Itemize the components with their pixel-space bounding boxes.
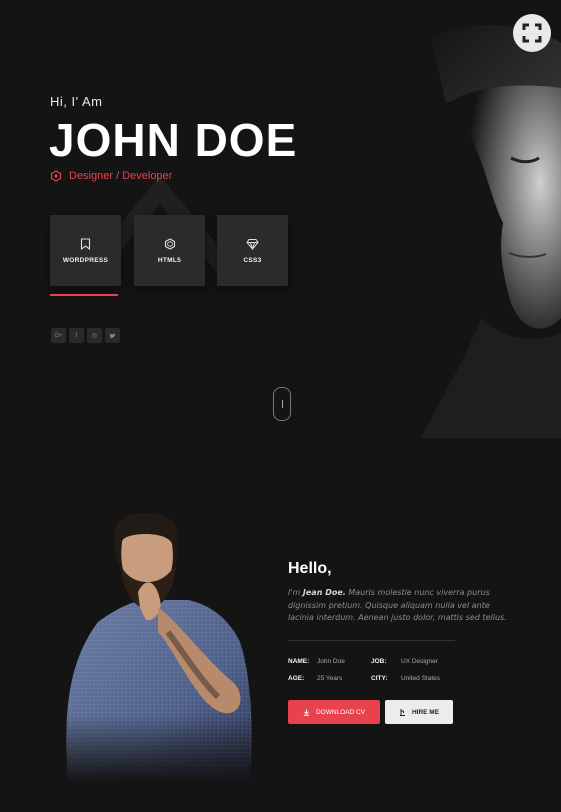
info-age-value: 25 Years	[317, 675, 343, 682]
hero-name: JOHN DOE	[49, 114, 298, 166]
hexagon-icon	[164, 237, 175, 250]
info-age-key: AGE:	[288, 675, 305, 682]
info-city-value: United States	[401, 675, 441, 682]
info-city-key: CITY:	[371, 675, 388, 682]
diamond-icon	[246, 238, 259, 250]
fullscreen-button[interactable]	[513, 14, 551, 52]
hero-portrait-image	[421, 25, 561, 438]
hero-role-text: Designer / Developer	[69, 170, 173, 182]
hire-me-label: HIRE ME	[411, 708, 440, 716]
download-cv-button[interactable]: DOWNLOAD CV	[288, 700, 380, 724]
dribbble-icon[interactable]: ◎	[87, 328, 102, 343]
skill-tile-html5[interactable]: HTML5	[134, 215, 205, 286]
download-icon	[303, 709, 310, 716]
hand-icon	[399, 709, 405, 716]
hero-role: Designer / Developer	[50, 170, 172, 182]
hire-me-button[interactable]: HIRE ME	[385, 700, 453, 724]
bookmark-icon	[80, 237, 91, 250]
active-skill-indicator	[50, 294, 118, 296]
skill-label: CSS3	[243, 256, 262, 264]
fullscreen-icon	[522, 23, 542, 43]
google-plus-icon[interactable]: G+	[51, 328, 66, 343]
intro-name: Jean Doe.	[302, 588, 346, 597]
hero-greeting: Hi, I' Am	[50, 94, 103, 109]
twitter-icon[interactable]	[105, 328, 120, 343]
hexagon-icon	[50, 170, 62, 182]
scroll-wheel-icon	[281, 400, 283, 408]
skill-label: HTML5	[157, 256, 182, 264]
info-job-value: UX Designer	[401, 658, 438, 665]
skill-tile-wordpress[interactable]: WORDPRESS	[50, 215, 121, 286]
info-name-key: NAME:	[288, 658, 310, 665]
portfolio-page: Hi, I' Am JOHN DOE Designer / Developer …	[0, 0, 561, 812]
profile-photo	[58, 512, 258, 782]
about-intro: I'm Jean Doe. Mauris molestie nunc viver…	[288, 587, 518, 625]
skill-label: WORDPRESS	[62, 256, 109, 264]
download-cv-label: DOWNLOAD CV	[315, 708, 366, 716]
info-job-key: JOB:	[371, 658, 387, 665]
scroll-down-indicator[interactable]	[273, 387, 291, 421]
intro-prefix: I'm	[288, 588, 301, 597]
info-name-value: John Doe	[317, 658, 345, 665]
about-heading: Hello,	[288, 560, 332, 577]
about-divider	[288, 640, 455, 641]
tumblr-icon[interactable]: t	[69, 328, 84, 343]
skill-tile-css3[interactable]: CSS3	[217, 215, 288, 286]
twitter-bird-icon	[109, 332, 116, 338]
